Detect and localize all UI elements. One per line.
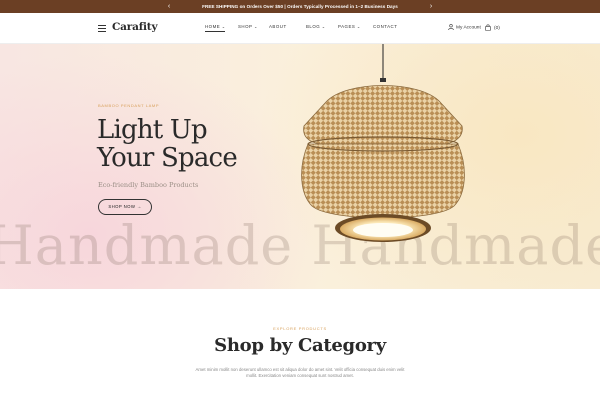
nav-item-contact[interactable]: CONTACT (373, 24, 397, 29)
site-header: Carafity HOME ⌄ SHOP ⌄ ABOUT BLOG ⌄ PAGES ⌄ … (0, 13, 600, 44)
announcement-next-arrow-icon[interactable]: › (426, 0, 436, 13)
cart-count: (0) (494, 25, 500, 31)
nav-item-label: ABOUT (269, 24, 287, 29)
nav-item-about[interactable]: ABOUT (269, 24, 287, 29)
user-icon (448, 24, 454, 30)
my-account-link[interactable]: My Account (448, 24, 481, 30)
hero-headline-line1: Light Up (97, 115, 208, 145)
chevron-down-icon: ⌄ (221, 25, 226, 29)
announcement-bar: ‹ FREE SHIPPING on Orders Over $50 | Ord… (0, 0, 600, 13)
nav-item-label: SHOP (238, 24, 253, 29)
hero-headline-line2: Your Space (97, 143, 238, 173)
nav-item-label: HOME (205, 24, 221, 29)
nav-item-label: PAGES (338, 24, 356, 29)
nav-item-shop[interactable]: SHOP ⌄ (238, 24, 258, 29)
shopping-bag-icon (485, 24, 491, 31)
cart-link[interactable]: (0) (485, 24, 500, 31)
my-account-label: My Account (456, 25, 481, 31)
hamburger-menu-icon[interactable] (98, 25, 106, 32)
nav-item-blog[interactable]: BLOG ⌄ (306, 24, 325, 29)
hero-banner: de Handmade Handmade BAMBOO PENDANT (0, 44, 600, 289)
chevron-down-icon: ⌄ (356, 25, 361, 29)
nav-item-pages[interactable]: PAGES ⌄ (338, 24, 361, 29)
section-description: Amet minim mollit non deserunt ullamco e… (195, 367, 405, 379)
shop-now-button[interactable]: SHOP NOW → (98, 199, 152, 215)
site-logo[interactable]: Carafity (112, 21, 158, 33)
announcement-text: FREE SHIPPING on Orders Over $50 | Order… (202, 4, 398, 9)
chevron-down-icon: ⌄ (321, 25, 326, 29)
hero-tagline: BAMBOO PENDANT LAMP (98, 103, 160, 108)
section-title: Shop by Category (214, 335, 386, 356)
nav-item-label: CONTACT (373, 24, 398, 29)
nav-item-home[interactable]: HOME ⌄ (205, 24, 226, 32)
nav-item-label: BLOG (306, 24, 321, 29)
chevron-down-icon: ⌄ (253, 25, 258, 29)
hero-headline: Light Up Your Space (97, 116, 287, 172)
section-eyebrow: EXPLORE PRODUCTS (273, 326, 327, 331)
hero-subline: Eco-friendly Bamboo Products (98, 181, 199, 189)
pendant-lamp-image (301, 44, 465, 242)
